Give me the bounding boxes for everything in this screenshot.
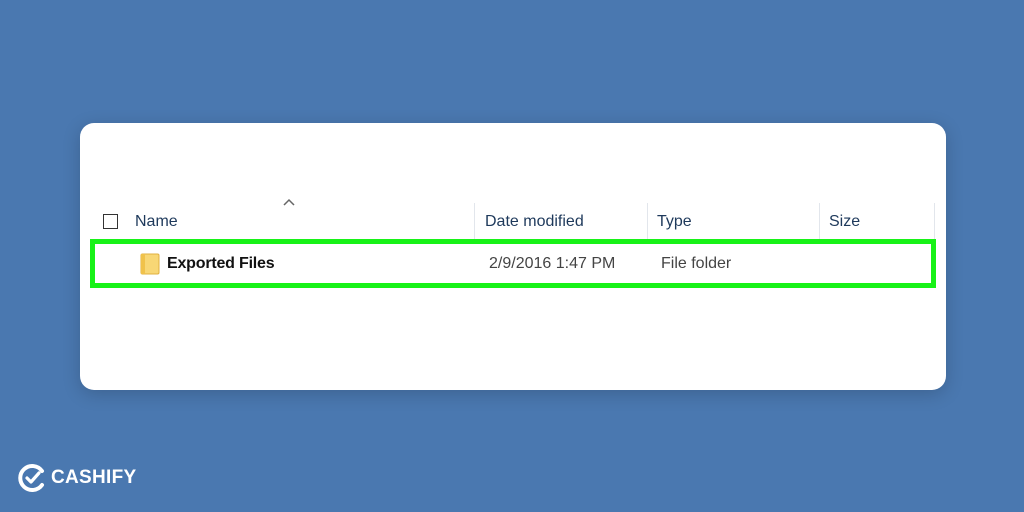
column-header-date-modified[interactable]: Date modified	[485, 213, 584, 231]
cashify-logo-text: CASHIFY	[51, 467, 137, 488]
column-header-name[interactable]: Name	[135, 213, 178, 231]
file-type: File folder	[661, 255, 732, 272]
column-header-size[interactable]: Size	[829, 213, 860, 231]
column-divider[interactable]	[934, 203, 935, 239]
column-header-type[interactable]: Type	[657, 213, 692, 231]
folder-icon	[140, 253, 160, 275]
sort-ascending-icon[interactable]	[282, 197, 296, 207]
file-row-exported-files[interactable]: Exported Files 2/9/2016 1:47 PM File fol…	[90, 239, 936, 288]
file-explorer-panel: Name Date modified Type Size Exported Fi…	[80, 123, 946, 390]
cashify-logo: CASHIFY	[18, 461, 137, 495]
column-divider[interactable]	[474, 203, 475, 239]
cashify-logo-icon	[18, 464, 44, 492]
column-divider[interactable]	[647, 203, 648, 239]
column-divider[interactable]	[819, 203, 820, 239]
column-header-bar: Name Date modified Type Size	[80, 198, 946, 239]
file-date-modified: 2/9/2016 1:47 PM	[489, 255, 616, 272]
select-all-checkbox[interactable]	[103, 214, 118, 229]
file-name[interactable]: Exported Files	[167, 255, 275, 273]
